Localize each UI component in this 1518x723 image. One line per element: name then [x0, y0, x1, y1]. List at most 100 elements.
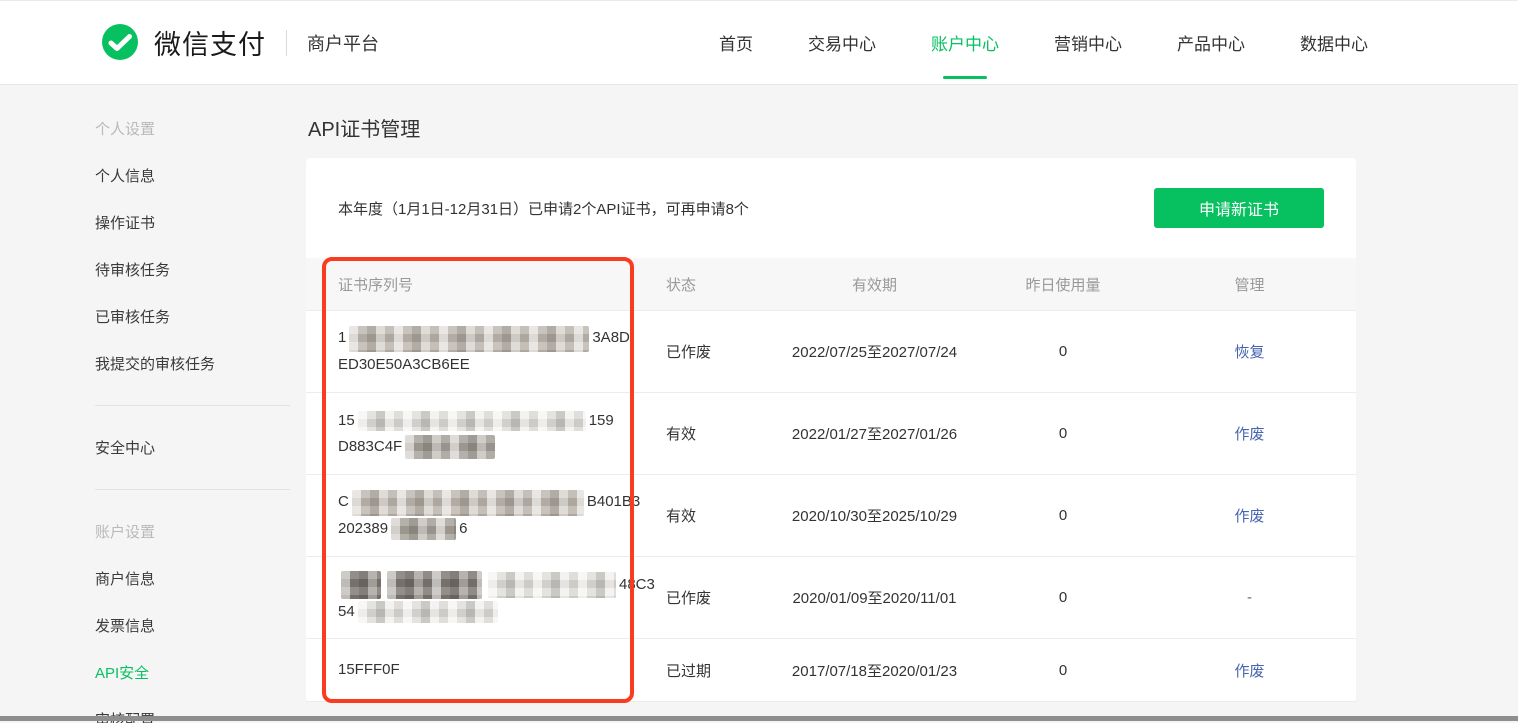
- serial-cell: C B401B3 202389 6: [306, 474, 640, 557]
- serial-line: 48C3: [338, 570, 655, 599]
- redaction-mosaic: [349, 325, 590, 352]
- wechat-pay-logo-icon: [102, 23, 138, 60]
- serial-line: 54: [338, 599, 635, 625]
- sidebar-item-personal-info[interactable]: 个人信息: [95, 152, 306, 199]
- sidebar-item-pending-review-tasks[interactable]: 待审核任务: [95, 246, 306, 293]
- brand-name: 微信支付: [154, 30, 266, 60]
- cert-table: 证书序列号 状态 有效期 昨日使用量 管理 1 3A8D ED30E50A3CB6EE 已作废…: [306, 258, 1356, 702]
- serial-cell: 48C3 54: [306, 556, 655, 639]
- serial-text: 15: [338, 411, 355, 429]
- serial-text: 54: [338, 602, 355, 620]
- usage-cell: 0: [983, 638, 1143, 702]
- usage-cell: 0: [983, 556, 1143, 639]
- serial-line: 15 159: [338, 408, 635, 434]
- nav-item-home[interactable]: 首页: [719, 20, 753, 65]
- sidebar-item-merchant-info[interactable]: 商户信息: [95, 555, 306, 602]
- top-header: 微信支付 商户平台 首页 交易中心 账户中心 营销中心 产品中心 数据中心: [0, 1, 1518, 85]
- column-header-usage: 昨日使用量: [983, 258, 1143, 311]
- manage-cell: -: [1143, 556, 1356, 639]
- serial-text: B401B3: [586, 493, 641, 511]
- table-row: C B401B3 202389 6 有效 2020/10/30至2025/10/29 0 作废: [306, 474, 1356, 557]
- sidebar-item-my-submitted-review-tasks[interactable]: 我提交的审核任务: [95, 340, 306, 387]
- redaction-mosaic: [341, 570, 381, 599]
- serial-text: 6: [459, 519, 468, 537]
- serial-line: D883C4F: [338, 434, 635, 460]
- serial-text: 159: [588, 411, 614, 429]
- serial-text: C: [338, 493, 349, 511]
- sidebar-divider: [95, 405, 290, 406]
- action-link-restore[interactable]: 恢复: [1234, 344, 1264, 361]
- page-title: API证书管理: [308, 119, 421, 141]
- sidebar-section-header-personal-settings: 个人设置: [95, 121, 156, 138]
- serial-cell: 1 3A8D ED30E50A3CB6EE: [306, 310, 636, 393]
- horizontal-scrollbar[interactable]: [0, 716, 1518, 721]
- action-link-void[interactable]: 作废: [1234, 508, 1264, 525]
- nav-item-product-center[interactable]: 产品中心: [1177, 20, 1245, 65]
- serial-line: 1 3A8D: [338, 325, 635, 352]
- validity-cell: 2020/01/09至2020/11/01: [766, 556, 983, 639]
- serial-text: 202389: [338, 519, 389, 537]
- column-header-manage: 管理: [1143, 258, 1356, 311]
- serial-text: ED30E50A3CB6EE: [338, 355, 470, 373]
- quota-text: 本年度（1月1日-12月31日）已申请2个API证书，可再申请8个: [338, 200, 749, 218]
- manage-cell: 作废: [1143, 474, 1356, 557]
- redaction-mosaic: [351, 489, 584, 516]
- serial-line: 202389 6: [338, 516, 635, 542]
- status-cell: 有效: [636, 474, 766, 557]
- sidebar-item-reviewed-tasks[interactable]: 已审核任务: [95, 293, 306, 340]
- status-cell: 已作废: [636, 556, 766, 639]
- table-row: 15FFF0F 已过期 2017/07/18至2020/01/23 0 作废: [306, 638, 1356, 702]
- action-placeholder: -: [1247, 589, 1252, 606]
- header-divider: [286, 29, 287, 56]
- usage-cell: 0: [983, 474, 1143, 557]
- nav-item-account-center[interactable]: 账户中心: [931, 20, 999, 65]
- column-header-serial: 证书序列号: [306, 258, 636, 311]
- main-content: API证书管理 本年度（1月1日-12月31日）已申请2个API证书，可再申请8…: [306, 85, 1518, 723]
- manage-cell: 恢复: [1143, 310, 1356, 393]
- redaction-mosaic: [357, 410, 586, 431]
- sidebar-item-operation-certificate[interactable]: 操作证书: [95, 199, 306, 246]
- validity-cell: 2022/01/27至2027/01/26: [766, 392, 983, 475]
- redaction-mosaic: [488, 571, 616, 598]
- redaction-mosaic: [357, 600, 498, 623]
- serial-line: C B401B3: [338, 489, 640, 516]
- serial-cell: 15 159 D883C4F: [306, 392, 636, 475]
- nav-item-transaction-center[interactable]: 交易中心: [808, 20, 876, 65]
- validity-cell: 2020/10/30至2025/10/29: [766, 474, 983, 557]
- serial-cell: 15FFF0F: [306, 638, 636, 702]
- usage-cell: 0: [983, 310, 1143, 393]
- portal-name: 商户平台: [307, 33, 379, 54]
- redaction-mosaic: [405, 434, 496, 459]
- nav-item-marketing-center[interactable]: 营销中心: [1054, 20, 1122, 65]
- card-top: 本年度（1月1日-12月31日）已申请2个API证书，可再申请8个 申请新证书: [306, 158, 1356, 258]
- table-row: 48C3 54 已作废 2020/01/09至2020/11/01 0 -: [306, 556, 1356, 639]
- serial-text: D883C4F: [338, 437, 403, 455]
- action-link-void[interactable]: 作废: [1234, 663, 1264, 680]
- sidebar-section-header-account-settings: 账户设置: [95, 524, 156, 541]
- validity-cell: 2017/07/18至2020/01/23: [766, 638, 983, 702]
- column-header-status: 状态: [636, 258, 766, 311]
- sidebar-item-invoice-info[interactable]: 发票信息: [95, 602, 306, 649]
- manage-cell: 作废: [1143, 638, 1356, 702]
- nav-item-data-center[interactable]: 数据中心: [1300, 20, 1368, 65]
- status-cell: 已作废: [636, 310, 766, 393]
- action-link-void[interactable]: 作废: [1234, 426, 1264, 443]
- status-cell: 已过期: [636, 638, 766, 702]
- sidebar-divider: [95, 489, 290, 490]
- redaction-mosaic: [387, 570, 482, 599]
- serial-text: 1: [338, 329, 347, 347]
- serial-line: 15FFF0F: [338, 657, 635, 683]
- table-row: 15 159 D883C4F 有效 2022/01/27至2027/01/26 0 作废: [306, 392, 1356, 475]
- sidebar-item-api-security[interactable]: API安全: [95, 649, 306, 696]
- page: 微信支付 商户平台 首页 交易中心 账户中心 营销中心 产品中心 数据中心 个人设置个人信…: [0, 0, 1518, 723]
- serial-text: 48C3: [619, 575, 655, 593]
- sidebar-item-security-center[interactable]: 安全中心: [95, 424, 306, 471]
- manage-cell: 作废: [1143, 392, 1356, 475]
- api-cert-card: 本年度（1月1日-12月31日）已申请2个API证书，可再申请8个 申请新证书 …: [306, 158, 1356, 702]
- cert-table-body: 1 3A8D ED30E50A3CB6EE 已作废 2022/07/25至2027/07…: [306, 310, 1356, 702]
- apply-new-cert-button[interactable]: 申请新证书: [1153, 188, 1324, 228]
- column-header-validity: 有效期: [766, 258, 983, 311]
- redaction-mosaic: [391, 517, 457, 540]
- serial-text: 15FFF0F: [338, 661, 400, 678]
- body: 个人设置个人信息 操作证书 待审核任务 已审核任务 我提交的审核任务 安全中心账户设置商户…: [0, 85, 1518, 723]
